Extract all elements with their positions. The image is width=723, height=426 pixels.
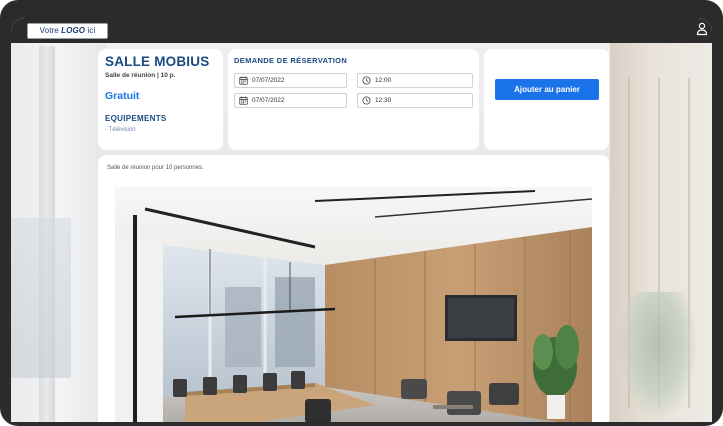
clock-icon <box>362 76 371 85</box>
reservation-title: DEMANDE DE RÉSERVATION <box>234 56 348 65</box>
start-time-field[interactable]: 12:00 <box>357 73 473 88</box>
app-screen: Votre LOGO ici SALLE MOBIUS Salle de réu… <box>11 18 712 422</box>
background-left <box>11 18 106 422</box>
top-bar: Votre LOGO ici <box>11 18 712 43</box>
start-date-value: 07/07/2022 <box>252 77 285 84</box>
logo-prefix: Votre <box>39 26 62 35</box>
clock-icon <box>362 96 371 105</box>
end-time-value: 12:30 <box>375 97 392 104</box>
room-photo-illustration <box>115 187 592 422</box>
reservation-card: DEMANDE DE RÉSERVATION 07/07/2022 12:00 … <box>228 49 479 150</box>
equipment-title: EQUIPEMENTS <box>105 114 167 123</box>
user-icon[interactable] <box>696 22 708 36</box>
equipment-item: - Télévision <box>105 127 136 133</box>
end-time-field[interactable]: 12:30 <box>357 93 473 108</box>
logo-bold: LOGO <box>61 26 86 35</box>
start-date-field[interactable]: 07/07/2022 <box>234 73 347 88</box>
start-time-value: 12:00 <box>375 77 392 84</box>
calendar-icon <box>239 96 248 105</box>
description-text: Salle de réunion pour 10 personnes. <box>107 165 204 171</box>
cart-card: Ajouter au panier <box>484 49 609 150</box>
room-price: Gratuit <box>105 90 140 102</box>
add-to-cart-button[interactable]: Ajouter au panier <box>495 79 599 100</box>
calendar-icon <box>239 76 248 85</box>
end-date-value: 07/07/2022 <box>252 97 285 104</box>
room-subtitle: Salle de réunion | 10 p. <box>105 72 176 79</box>
description-card: Salle de réunion pour 10 personnes. <box>98 155 609 422</box>
room-info-card: SALLE MOBIUS Salle de réunion | 10 p. Gr… <box>98 49 223 150</box>
background-right <box>610 18 712 422</box>
device-frame: Votre LOGO ici SALLE MOBIUS Salle de réu… <box>0 0 723 426</box>
room-title: SALLE MOBIUS <box>105 54 210 69</box>
logo-suffix: ici <box>85 26 96 35</box>
end-date-field[interactable]: 07/07/2022 <box>234 93 347 108</box>
logo-button[interactable]: Votre LOGO ici <box>27 23 108 39</box>
room-photo <box>115 187 592 422</box>
